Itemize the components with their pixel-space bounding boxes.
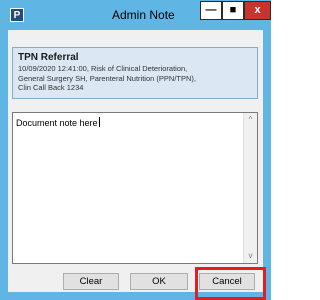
ok-button[interactable]: OK — [130, 273, 188, 290]
referral-detail-line: Clin Call Back 1234 — [18, 83, 84, 92]
dialog-body: TPN Referral 10/09/2020 12:41:00, Risk o… — [8, 30, 263, 292]
note-textarea[interactable]: Document note here ^ v — [12, 112, 258, 264]
title-bar[interactable]: P Admin Note — ■ x — [0, 0, 271, 30]
close-button[interactable]: x — [244, 1, 271, 20]
note-scrollbar[interactable]: ^ v — [243, 113, 257, 263]
cancel-highlight-box — [195, 267, 266, 300]
referral-summary-panel: TPN Referral 10/09/2020 12:41:00, Risk o… — [12, 47, 258, 99]
note-value: Document note here — [16, 118, 98, 128]
scroll-down-icon[interactable]: v — [244, 249, 257, 263]
referral-detail-line: 10/09/2020 12:41:00, Risk of Clinical De… — [18, 64, 188, 73]
admin-note-window: P Admin Note — ■ x TPN Referral 10/09/20… — [0, 0, 271, 300]
clear-button[interactable]: Clear — [63, 273, 119, 290]
referral-detail-line: General Surgery SH, Parenteral Nutrition… — [18, 73, 196, 83]
app-icon: P — [10, 8, 24, 22]
window-title: Admin Note — [112, 8, 175, 22]
note-text: Document note here — [16, 117, 100, 128]
referral-title: TPN Referral — [18, 52, 79, 63]
maximize-button[interactable]: ■ — [222, 1, 244, 20]
minimize-button[interactable]: — — [200, 1, 222, 20]
text-caret — [98, 117, 100, 127]
scroll-up-icon[interactable]: ^ — [244, 113, 257, 127]
